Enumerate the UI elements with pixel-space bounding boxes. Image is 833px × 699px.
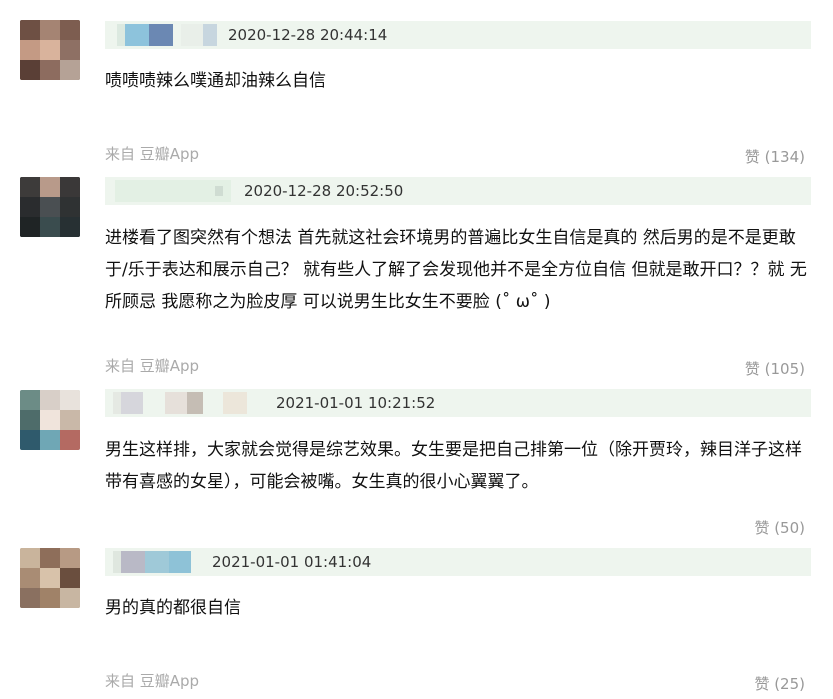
comment-meta-bar: 2021-01-01 01:41:04 bbox=[105, 548, 811, 576]
like-button[interactable]: 赞 (25) bbox=[754, 673, 805, 694]
comment-source[interactable]: 来自 豆瓣App bbox=[105, 670, 199, 691]
avatar[interactable] bbox=[20, 548, 80, 608]
username-pixelated[interactable] bbox=[113, 551, 199, 573]
comment-text: 男的真的都很自信 bbox=[105, 598, 241, 618]
comment-item: 2021-01-01 01:41:04 男的真的都很自信 来自 豆瓣App 赞 … bbox=[0, 0, 833, 699]
comment-timestamp: 2021-01-01 01:41:04 bbox=[212, 553, 372, 571]
